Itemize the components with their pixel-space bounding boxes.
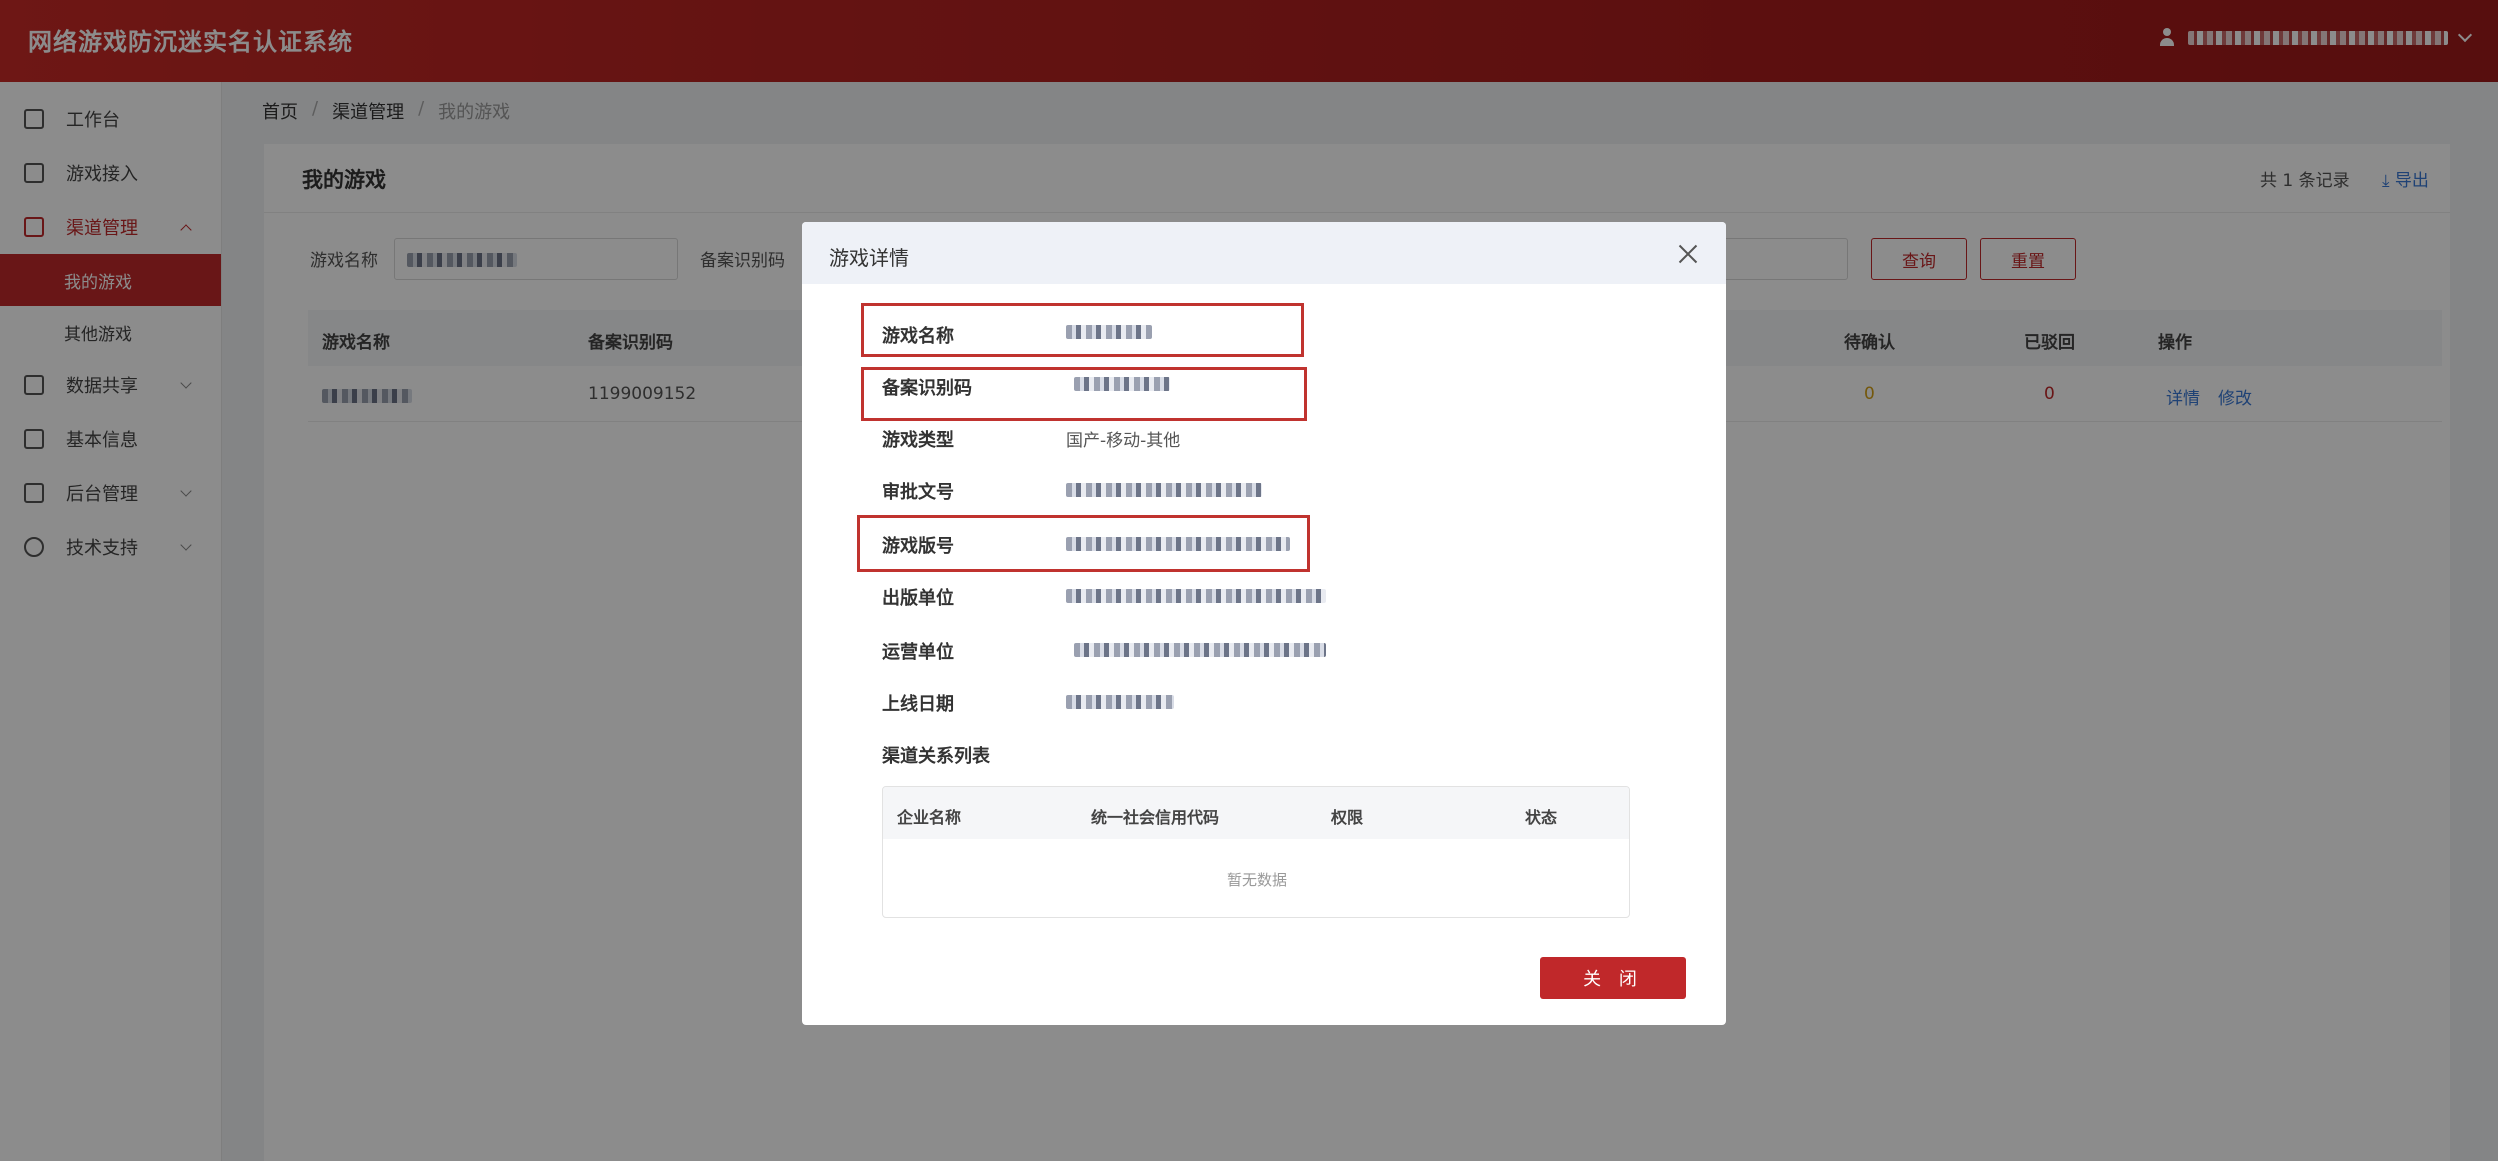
field-value-operator	[1074, 642, 1326, 662]
th-credit-code: 统一社会信用代码	[1091, 808, 1220, 827]
highlight-box-version	[857, 515, 1310, 572]
channel-table-header: 企业名称 统一社会信用代码 权限 状态	[883, 787, 1629, 839]
field-value-approval	[1066, 482, 1262, 502]
modal-title: 游戏详情	[829, 246, 909, 270]
th-permission: 权限	[1331, 808, 1364, 827]
field-label-approval: 审批文号	[882, 482, 954, 503]
field-value-type: 国产-移动-其他	[1066, 431, 1181, 451]
modal-header: 游戏详情	[802, 222, 1726, 284]
close-icon[interactable]	[1678, 244, 1698, 264]
highlight-box-name	[861, 303, 1304, 357]
th-company: 企业名称	[897, 808, 962, 827]
empty-placeholder: 暂无数据	[1226, 871, 1287, 889]
field-label-publisher: 出版单位	[882, 588, 954, 609]
field-label-type: 游戏类型	[882, 430, 954, 451]
game-detail-modal: 游戏详情 游戏名称 备案识别码 游戏类型 国产-移动-其他 审批文号 游戏版号 …	[802, 222, 1726, 1025]
close-button[interactable]: 关 闭	[1540, 957, 1686, 999]
channel-list-title: 渠道关系列表	[882, 746, 990, 767]
channel-table: 企业名称 统一社会信用代码 权限 状态 暂无数据	[882, 786, 1630, 918]
field-value-launch-date	[1066, 694, 1174, 714]
highlight-box-code	[861, 367, 1307, 421]
field-label-operator: 运营单位	[882, 642, 954, 663]
field-label-launch-date: 上线日期	[882, 694, 954, 715]
field-value-publisher	[1066, 588, 1326, 608]
th-status: 状态	[1525, 808, 1558, 827]
